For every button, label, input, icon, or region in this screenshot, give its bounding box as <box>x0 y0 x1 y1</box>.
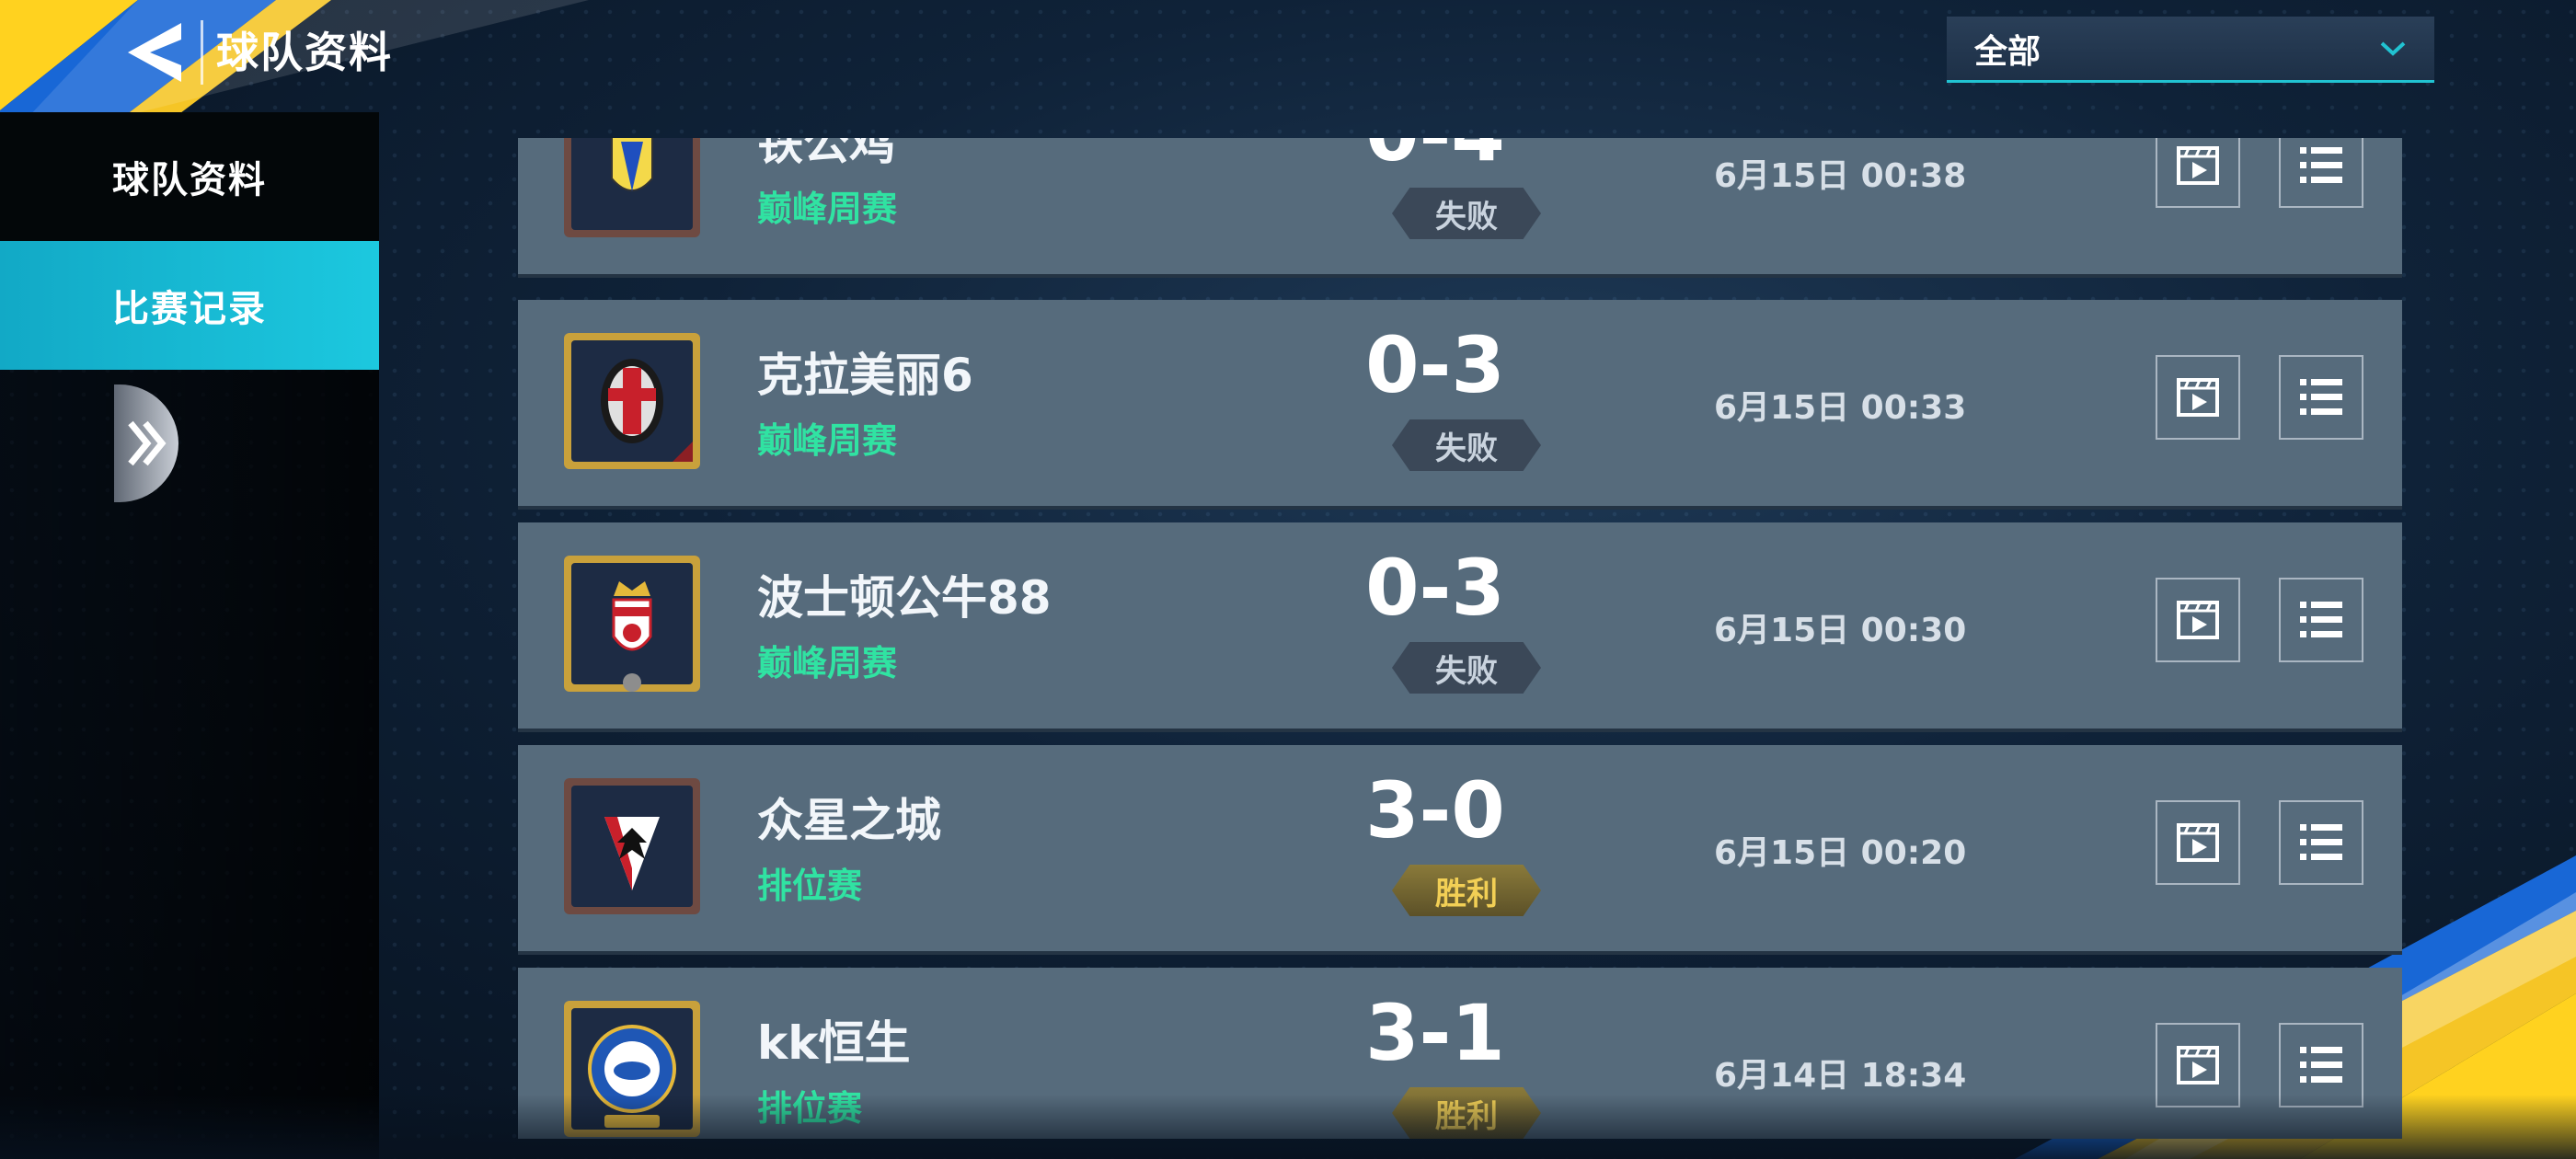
match-date: 6月15日 00:38 <box>1714 157 1967 195</box>
replay-button[interactable] <box>2156 138 2240 208</box>
match-score: 3-0 <box>1365 765 1505 855</box>
tab-label: 球队资料 <box>112 159 267 201</box>
result-badge: 胜利 <box>1392 1087 1541 1139</box>
details-button[interactable] <box>2279 800 2363 885</box>
match-score: 0-3 <box>1365 543 1505 633</box>
replay-button[interactable] <box>2156 355 2240 440</box>
list-icon <box>2300 379 2342 415</box>
video-replay-icon <box>2177 601 2219 639</box>
details-button[interactable] <box>2279 355 2363 440</box>
filter-dropdown[interactable]: 全部 <box>1947 17 2434 83</box>
london-blue-crest-icon <box>564 1001 700 1137</box>
match-row[interactable]: 波士顿公牛88 巅峰周赛 0-3 失败 6月15日 00:30 <box>518 522 2402 732</box>
match-date: 6月15日 00:20 <box>1714 834 1967 872</box>
match-date: 6月15日 00:33 <box>1714 389 1967 427</box>
filter-selected-value: 全部 <box>1974 32 2041 71</box>
tab-label: 比赛记录 <box>112 288 267 330</box>
replay-button[interactable] <box>2156 800 2240 885</box>
details-button[interactable] <box>2279 138 2363 208</box>
match-mode: 巅峰周赛 <box>757 643 898 683</box>
opponent-name: 众星之城 <box>757 794 941 847</box>
opponent-name: 克拉美丽6 <box>757 349 973 402</box>
match-date: 6月15日 00:30 <box>1714 612 1967 649</box>
tab-team-profile[interactable]: 球队资料 <box>0 112 379 241</box>
tab-match-records[interactable]: 比赛记录 <box>0 241 379 370</box>
list-icon <box>2300 147 2342 183</box>
list-icon <box>2300 602 2342 637</box>
video-replay-icon <box>2177 823 2219 862</box>
list-icon <box>2300 824 2342 860</box>
match-score: 0-4 <box>1320 138 1550 178</box>
list-icon <box>2300 1047 2342 1083</box>
video-replay-icon <box>2177 146 2219 185</box>
match-date: 6月14日 18:34 <box>1714 1057 1967 1095</box>
result-badge: 失败 <box>1392 642 1541 694</box>
match-list: 铁公鸡 巅峰周赛 0-4 失败 6月15日 00:38 <box>518 138 2402 1139</box>
replay-button[interactable] <box>2156 1023 2240 1107</box>
page-title: 球队资料 <box>201 20 393 85</box>
match-score: 3-1 <box>1365 988 1505 1078</box>
match-row[interactable]: 铁公鸡 巅峰周赛 0-4 失败 6月15日 00:38 <box>518 138 2402 278</box>
match-mode: 排位赛 <box>757 1088 863 1129</box>
crowned-shield-crest-icon <box>564 556 700 692</box>
match-mode: 巅峰周赛 <box>757 420 898 461</box>
eagle-shield-crest-icon <box>564 778 700 914</box>
opponent-name: kk恒生 <box>757 1016 911 1070</box>
result-badge: 失败 <box>1392 188 1541 239</box>
video-replay-icon <box>2177 378 2219 417</box>
video-replay-icon <box>2177 1046 2219 1084</box>
details-button[interactable] <box>2279 1023 2363 1107</box>
match-mode: 排位赛 <box>757 866 863 906</box>
replay-button[interactable] <box>2156 578 2240 662</box>
opponent-name: 波士顿公牛88 <box>757 571 1052 625</box>
result-badge: 失败 <box>1392 419 1541 471</box>
opponent-name: 铁公鸡 <box>757 138 895 170</box>
cadiz-crest-icon <box>564 138 700 237</box>
chevron-down-icon <box>2380 41 2406 56</box>
back-button[interactable] <box>120 20 193 85</box>
match-score: 0-3 <box>1365 320 1505 410</box>
details-button[interactable] <box>2279 578 2363 662</box>
red-black-cross-crest-icon <box>564 333 700 469</box>
result-badge: 胜利 <box>1392 865 1541 916</box>
double-chevron-right-icon <box>128 420 167 466</box>
match-row[interactable]: kk恒生 排位赛 3-1 胜利 6月14日 18:34 <box>518 968 2402 1139</box>
match-row[interactable]: 众星之城 排位赛 3-0 胜利 6月15日 00:20 <box>518 745 2402 955</box>
match-row[interactable]: 克拉美丽6 巅峰周赛 0-3 失败 6月15日 00:33 <box>518 300 2402 510</box>
back-arrow-icon <box>128 23 181 82</box>
match-mode: 巅峰周赛 <box>757 189 898 229</box>
